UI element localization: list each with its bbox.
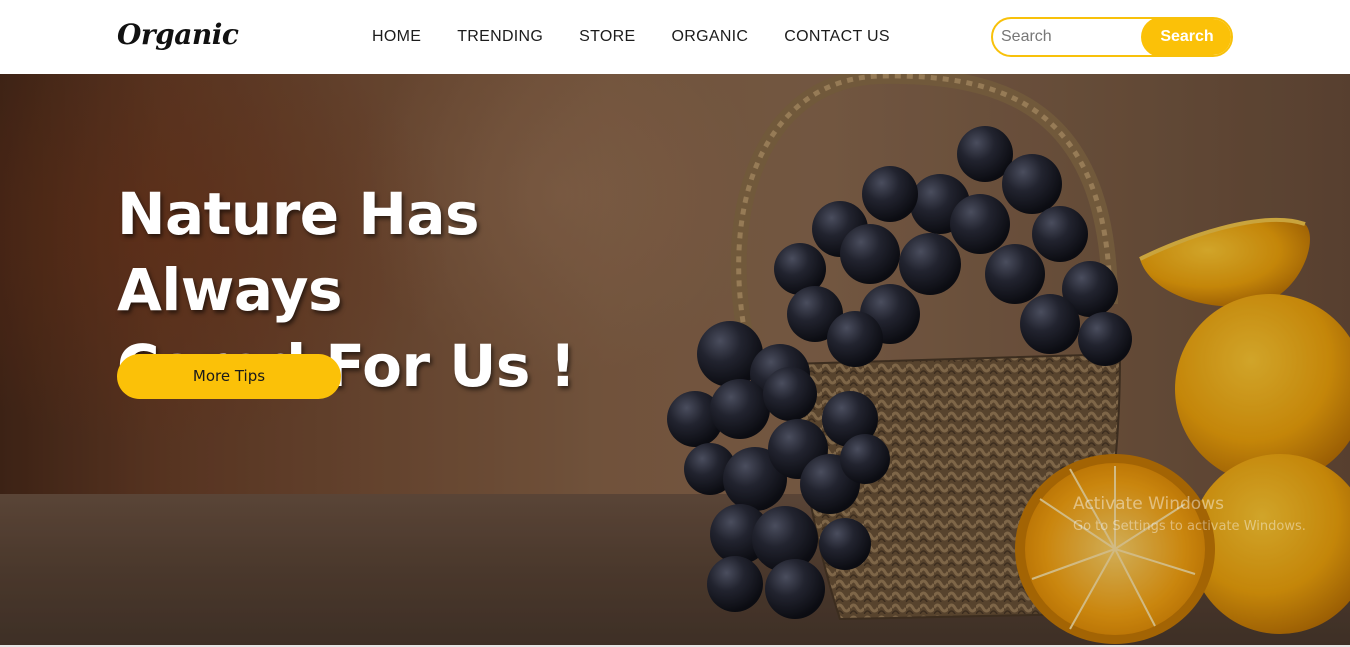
nav-contact-us[interactable]: CONTACT US	[784, 27, 890, 47]
activate-windows-subtitle: Go to Settings to activate Windows.	[1073, 519, 1306, 534]
nav-store[interactable]: STORE	[579, 27, 635, 47]
site-header: Organic HOME TRENDING STORE ORGANIC CONT…	[0, 0, 1350, 74]
nav-trending[interactable]: TRENDING	[457, 27, 543, 47]
hero-banner: Nature Has Always Cared For Us ! More Ti…	[0, 74, 1350, 645]
hero-headline-line-1: Nature Has Always	[117, 180, 480, 324]
main-nav: HOME TRENDING STORE ORGANIC CONTACT US	[372, 27, 926, 47]
search-input[interactable]	[1001, 26, 1141, 48]
nav-organic[interactable]: ORGANIC	[672, 27, 749, 47]
site-logo[interactable]: Organic	[117, 18, 239, 51]
nav-home[interactable]: HOME	[372, 27, 421, 47]
search-button[interactable]: Search	[1141, 19, 1231, 55]
activate-windows-title: Activate Windows	[1073, 494, 1224, 514]
search-box: Search	[991, 17, 1233, 57]
more-tips-button[interactable]: More Tips	[117, 354, 341, 399]
